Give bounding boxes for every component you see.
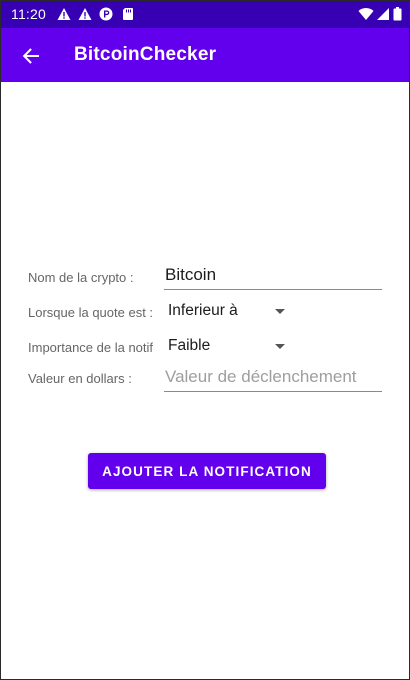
add-notification-button[interactable]: AJOUTER LA NOTIFICATION <box>88 453 326 489</box>
app-title: BitcoinChecker <box>74 44 217 65</box>
crypto-name-label: Nom de la crypto : <box>28 270 134 285</box>
quote-condition-label: Lorsque la quote est : <box>28 305 154 320</box>
importance-value: Faible <box>168 337 211 354</box>
dollar-value-label: Valeur en dollars : <box>28 371 132 386</box>
importance-dropdown[interactable]: Faible <box>168 337 291 359</box>
back-arrow-icon[interactable] <box>17 42 45 70</box>
wifi-icon <box>358 8 374 20</box>
dollar-value-input[interactable]: Valeur de déclenchement <box>164 367 382 392</box>
signal-icon <box>377 8 389 20</box>
quote-condition-value: Inferieur à <box>168 302 238 319</box>
dropdown-arrow-icon <box>275 309 285 314</box>
screen: 11:20 BitcoinChecker Nom de la crypto: … <box>0 0 410 680</box>
warning-icon <box>78 8 92 20</box>
app-notification-icon <box>99 7 113 21</box>
status-bar: 11:20 <box>1 1 409 28</box>
dropdown-arrow-icon <box>275 344 285 349</box>
crypto-name-input[interactable]: Bitcoin <box>164 265 382 290</box>
warning-icon <box>57 8 71 20</box>
quote-condition-dropdown[interactable]: Inferieur à <box>168 302 291 324</box>
sd-card-icon <box>123 8 133 20</box>
battery-icon <box>393 7 402 21</box>
status-time: 11:20 <box>11 6 46 22</box>
app-bar: BitcoinChecker <box>1 28 409 82</box>
importance-label: Importance de la notif <box>28 340 154 355</box>
